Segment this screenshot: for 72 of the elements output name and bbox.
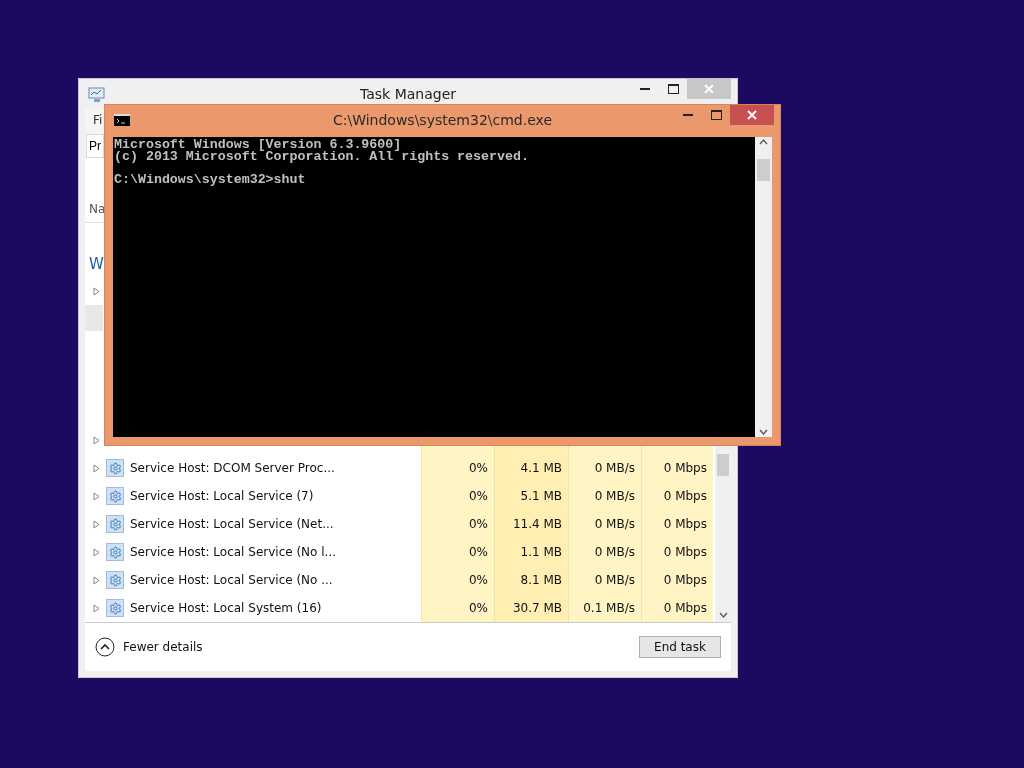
cpu-cell: 0% — [421, 510, 494, 538]
cpu-cell: 0% — [421, 454, 494, 482]
scroll-up-icon[interactable] — [759, 139, 768, 145]
disk-cell: 0 MB/s — [568, 454, 641, 482]
monitor-chart-icon — [88, 87, 106, 103]
console-line: (c) 2013 Microsoft Corporation. All rights reserved. — [114, 151, 530, 163]
window-title: C:\Windows\system32\cmd.exe — [331, 112, 554, 128]
expand-icon[interactable] — [93, 547, 100, 557]
collapse-icon — [95, 637, 115, 657]
window-title: Task Manager — [359, 86, 457, 102]
expand-icon[interactable] — [93, 463, 100, 473]
console-icon — [114, 114, 130, 126]
menu-item[interactable]: Fi — [93, 113, 103, 127]
gear-icon — [106, 599, 124, 617]
scrollbar[interactable] — [755, 137, 772, 437]
network-cell: 0 Mbps — [641, 454, 713, 482]
cpu-cell: 0% — [421, 482, 494, 510]
process-name[interactable]: Service Host: Local Service (No l... — [130, 545, 336, 559]
expand-icon[interactable] — [93, 491, 100, 501]
disk-cell: 0 MB/s — [568, 510, 641, 538]
disk-cell: 0 MB/s — [568, 482, 641, 510]
process-name[interactable]: Service Host: DCOM Server Proc... — [130, 461, 335, 475]
process-name[interactable]: Service Host: Local Service (7) — [130, 489, 314, 503]
memory-cell: 11.4 MB — [494, 510, 568, 538]
network-cell: 0 Mbps — [641, 510, 713, 538]
scroll-thumb[interactable] — [717, 454, 729, 476]
gear-icon — [106, 487, 124, 505]
gear-icon — [106, 543, 124, 561]
minimize-icon[interactable] — [683, 113, 693, 117]
network-cell: 0 Mbps — [641, 594, 713, 622]
console-area[interactable]: Microsoft Windows [Version 6.3.9600] (c) 2013 Microsoft Corporation. All rights reserved. C:\Windows\system32>shut — [113, 137, 755, 437]
scroll-down-icon[interactable] — [759, 429, 768, 435]
disk-cell: 0.1 MB/s — [568, 594, 641, 622]
group-heading: W — [89, 255, 104, 273]
memory-cell: 4.1 MB — [494, 454, 568, 482]
gear-icon — [106, 515, 124, 533]
maximize-icon[interactable] — [710, 110, 722, 120]
scrollbar[interactable] — [715, 446, 731, 622]
network-cell: 0 Mbps — [641, 482, 713, 510]
memory-cell: 1.1 MB — [494, 538, 568, 566]
memory-cell: 5.1 MB — [494, 482, 568, 510]
close-button[interactable] — [730, 105, 774, 125]
network-cell: 0 Mbps — [641, 566, 713, 594]
expand-icon[interactable] — [93, 286, 100, 296]
maximize-icon[interactable] — [667, 84, 679, 94]
network-cell: 0 Mbps — [641, 538, 713, 566]
end-task-button[interactable]: End task — [639, 636, 721, 658]
scroll-thumb[interactable] — [757, 159, 770, 181]
expand-icon[interactable] — [93, 603, 100, 613]
expand-icon[interactable] — [93, 435, 100, 445]
console-line: Microsoft Windows [Version 6.3.9600] — [114, 139, 402, 151]
expand-icon[interactable] — [93, 519, 100, 529]
console-line: C:\Windows\system32>shut — [114, 174, 307, 186]
disk-cell: 0 MB/s — [568, 538, 641, 566]
memory-cell: 8.1 MB — [494, 566, 568, 594]
scroll-down-icon[interactable] — [718, 612, 728, 618]
cpu-cell: 0% — [421, 594, 494, 622]
memory-cell: 30.7 MB — [494, 594, 568, 622]
gear-icon — [106, 571, 124, 589]
close-icon[interactable] — [747, 110, 757, 120]
process-name[interactable]: Service Host: Local Service (Net... — [130, 517, 334, 531]
process-name[interactable]: Service Host: Local System (16) — [130, 601, 322, 615]
column-header[interactable]: Na — [89, 202, 106, 216]
cpu-cell: 0% — [421, 538, 494, 566]
minimize-icon[interactable] — [640, 87, 650, 91]
process-name[interactable]: Service Host: Local Service (No ... — [130, 573, 333, 587]
gear-icon — [106, 459, 124, 477]
expand-icon[interactable] — [93, 575, 100, 585]
disk-cell: 0 MB/s — [568, 566, 641, 594]
cpu-cell: 0% — [421, 566, 494, 594]
tab[interactable]: Pr — [86, 134, 104, 157]
fewer-details-link[interactable]: Fewer details — [95, 637, 203, 657]
